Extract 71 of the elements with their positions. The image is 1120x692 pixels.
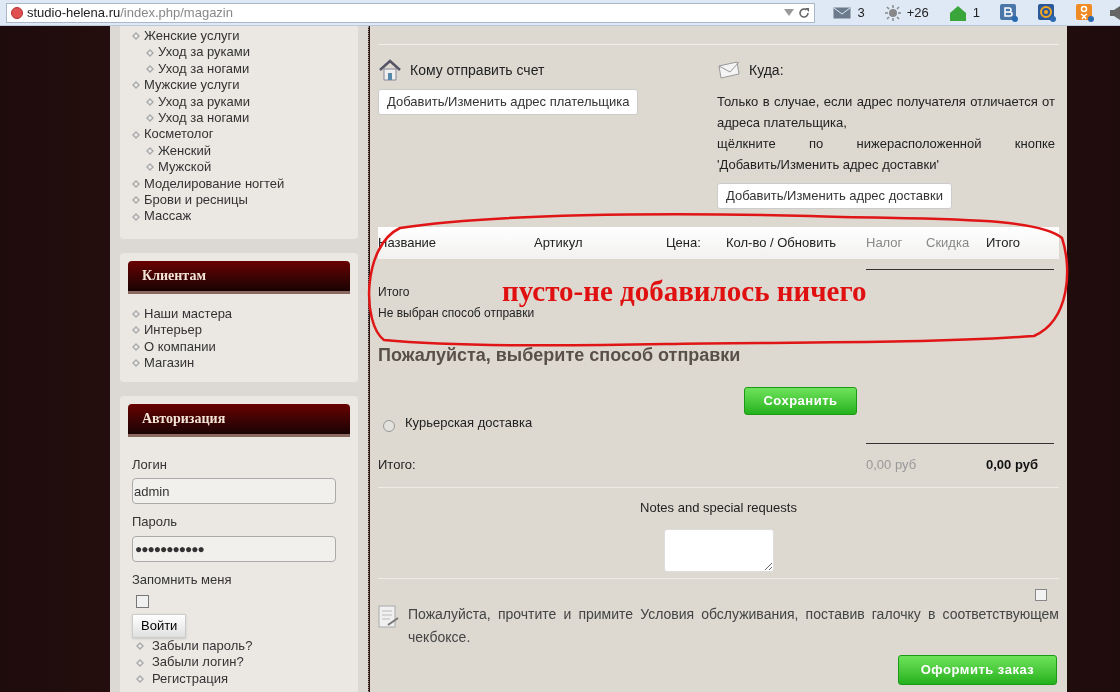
- menu-link[interactable]: Женские услуги: [144, 28, 240, 45]
- url-text: studio-helena.ru/index.php/magazin: [27, 3, 234, 22]
- cart-total-label: Итого: [378, 284, 410, 301]
- total-amount: 0,00 руб: [986, 456, 1038, 475]
- terms-checkbox[interactable]: [1035, 589, 1047, 601]
- address-bar[interactable]: studio-helena.ru/index.php/magazin: [6, 2, 816, 23]
- b-badge-icon[interactable]: [1000, 3, 1018, 22]
- menu-link[interactable]: Уход за ногами: [158, 110, 250, 127]
- shipping-method-label: Курьерская доставка: [405, 414, 533, 432]
- mail-icon[interactable]: [833, 6, 852, 19]
- reload-icon[interactable]: [798, 6, 811, 19]
- site-icon: [11, 6, 23, 19]
- column-header: Кол-во / Обновить: [726, 234, 837, 253]
- menu-link[interactable]: Моделирование ногтей: [144, 175, 285, 193]
- password-input[interactable]: ●●●●●●●●●●●: [132, 535, 336, 562]
- radio-button[interactable]: [383, 419, 395, 432]
- login-link[interactable]: Забыли логин?: [152, 654, 244, 671]
- menu-link[interactable]: Брови и ресницы: [144, 192, 248, 209]
- remember-checkbox[interactable]: [136, 595, 149, 608]
- tax-amount: 0,00 руб: [866, 456, 918, 475]
- menu-link[interactable]: Косметолог: [144, 126, 214, 143]
- toolbar-count: +26: [906, 3, 929, 22]
- login-label: Логин: [132, 455, 168, 474]
- menu-link[interactable]: О компании: [144, 338, 216, 356]
- billing-address-button[interactable]: Добавить/Изменить адрес плательщика: [378, 89, 639, 115]
- terms-text: Пожалуйста, прочтите и примите Условия обслуживания, поставив галочку в соответствующем чекбоксе.: [408, 605, 1059, 647]
- panel-header: Авторизация: [128, 403, 350, 437]
- menu-link[interactable]: Мужские услуги: [144, 77, 240, 94]
- column-header: Скидка: [926, 234, 970, 253]
- column-header: Итого: [986, 234, 1021, 253]
- speaker-icon[interactable]: [1110, 5, 1120, 20]
- notes-label: Notes and special requests: [640, 498, 797, 517]
- envelope-icon: [717, 60, 741, 80]
- menu-link[interactable]: Магазин: [144, 355, 195, 372]
- shipping-status: Не выбран способ отправки: [378, 306, 535, 322]
- column-header: Налог: [866, 234, 903, 253]
- login-link[interactable]: Регистрация: [152, 670, 228, 688]
- shipping-note: щёлкните по нижерасположенной кнопке: [717, 135, 1055, 153]
- person-badge-icon[interactable]: [1076, 3, 1094, 22]
- section-title: Кому отправить счет: [410, 60, 545, 80]
- house-icon[interactable]: [948, 4, 967, 21]
- toolbar-count: 1: [972, 3, 980, 22]
- panel-header: Клиентам: [128, 260, 350, 294]
- shipping-note: 'Добавить/Изменить адрес доставки': [717, 156, 939, 174]
- login-link[interactable]: Забыли пароль?: [152, 638, 253, 655]
- annotation-text: пусто-не добавилось ничего: [502, 274, 867, 309]
- menu-link[interactable]: Интерьер: [144, 322, 203, 339]
- section-title: Куда:: [749, 60, 784, 80]
- login-input[interactable]: admin: [132, 478, 336, 504]
- menu-link[interactable]: Наши мастера: [144, 305, 233, 323]
- column-header: Артикул: [534, 234, 583, 253]
- house-icon: [378, 58, 402, 82]
- menu-link[interactable]: Массаж: [144, 208, 192, 225]
- menu-link[interactable]: Женский: [158, 142, 211, 160]
- shipping-heading: Пожалуйста, выберите способ отправки: [378, 344, 742, 367]
- notes-field[interactable]: [663, 529, 774, 572]
- total-label: Итого:: [378, 456, 417, 475]
- menu-link[interactable]: Уход за руками: [158, 44, 250, 61]
- menu-link[interactable]: Уход за руками: [158, 93, 250, 111]
- at-sign-icon[interactable]: [1038, 3, 1056, 22]
- document-icon: [378, 605, 400, 629]
- menu-link[interactable]: Уход за ногами: [158, 60, 250, 78]
- login-button[interactable]: Войти: [132, 614, 187, 638]
- sun-icon[interactable]: [884, 4, 901, 21]
- toolbar-count: 3: [857, 3, 865, 22]
- shipping-address-button[interactable]: Добавить/Изменить адрес доставки: [717, 183, 952, 209]
- remember-label: Запомнить меня: [132, 570, 233, 589]
- dropdown-icon[interactable]: [784, 8, 795, 17]
- password-label: Пароль: [132, 513, 179, 531]
- column-header: Цена:: [666, 234, 701, 253]
- menu-link[interactable]: Мужской: [158, 159, 212, 176]
